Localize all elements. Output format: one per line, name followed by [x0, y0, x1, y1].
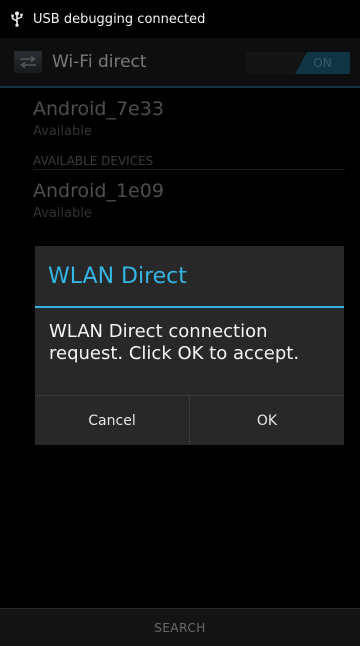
status-bar: USB debugging connected — [0, 0, 360, 38]
usb-icon — [9, 11, 25, 27]
dialog-message: WLAN Direct connection request. Click OK… — [49, 321, 300, 364]
ok-button[interactable]: OK — [190, 396, 344, 445]
dialog-button-bar: Cancel OK — [35, 395, 344, 445]
search-button[interactable]: SEARCH — [0, 608, 360, 646]
dialog-title: WLAN Direct — [35, 246, 344, 308]
cancel-button[interactable]: Cancel — [35, 396, 189, 445]
wlan-direct-dialog: WLAN Direct WLAN Direct connection reque… — [35, 246, 344, 445]
status-text: USB debugging connected — [33, 11, 206, 27]
